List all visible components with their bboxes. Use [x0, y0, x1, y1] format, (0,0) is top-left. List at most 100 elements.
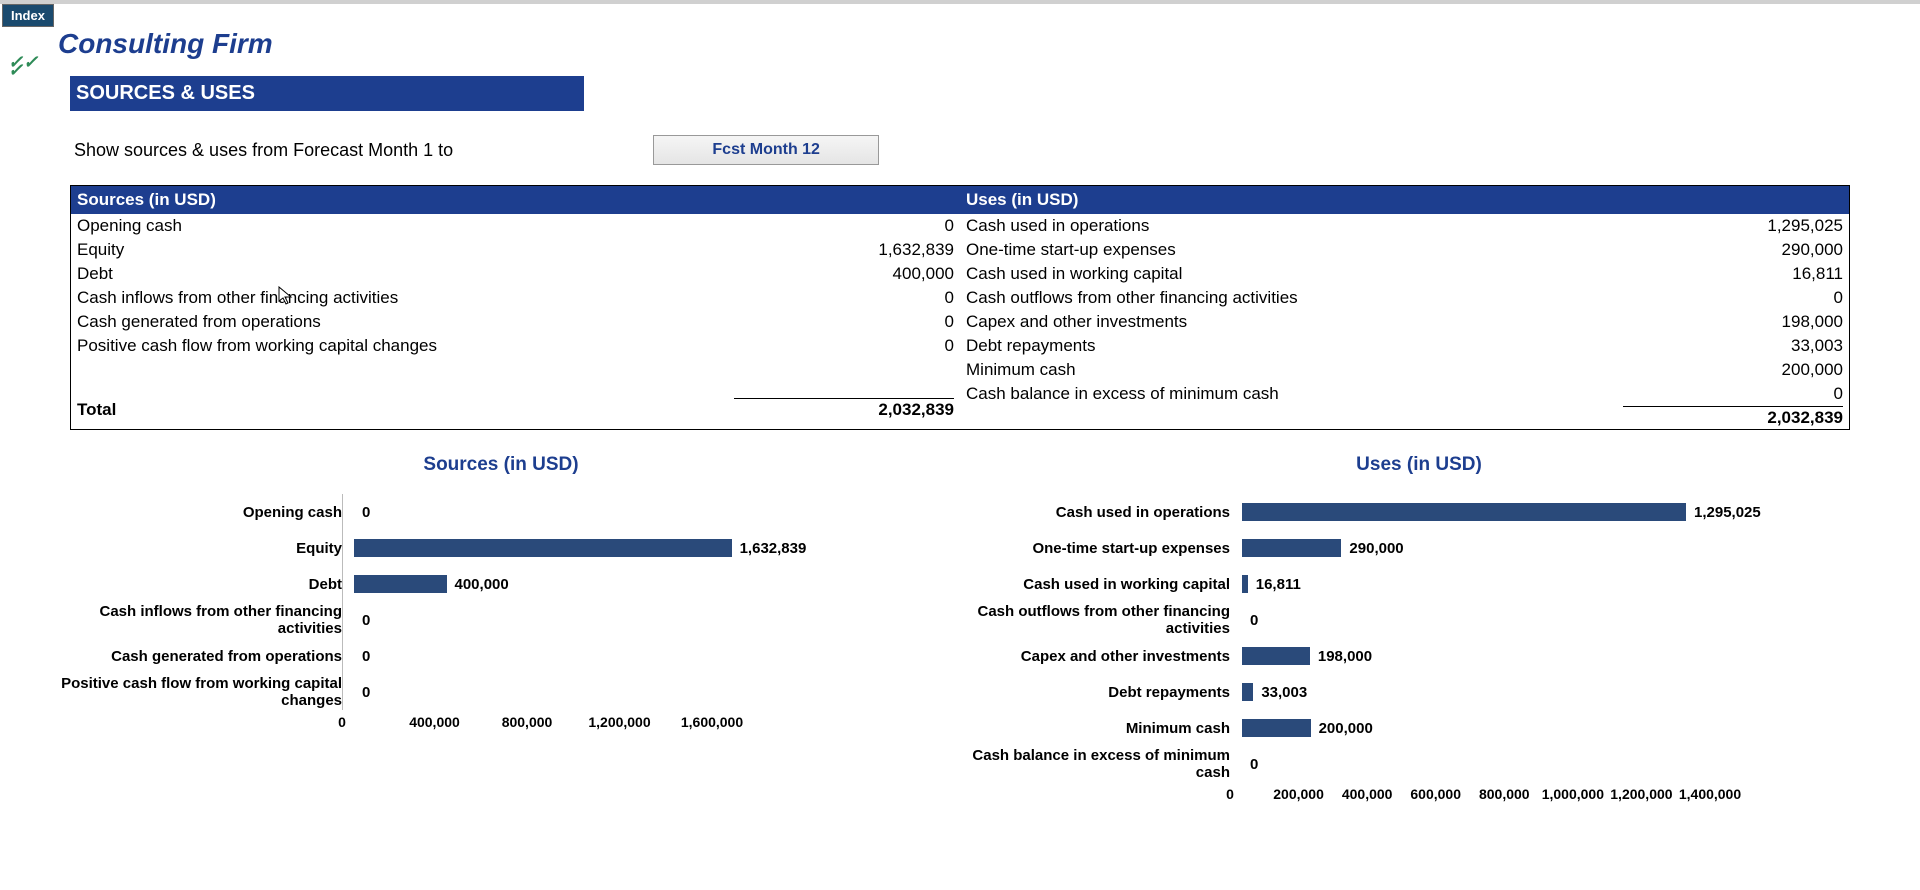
page-title: Consulting Firm [58, 4, 1918, 60]
chart-bar-row: Cash generated from operations 0 [52, 638, 950, 674]
sources-chart: Sources (in USD)Opening cash0Equity1,632… [42, 454, 960, 814]
chart-bar-value: 0 [1250, 612, 1258, 629]
row-label: Debt repayments [966, 335, 1623, 357]
chart-bar [1242, 647, 1310, 665]
chart-bar-value: 200,000 [1319, 720, 1373, 737]
chart-bar-label: Capex and other investments [970, 648, 1242, 665]
axis-tick-label: 400,000 [409, 714, 460, 730]
chart-bar-row: Debt repayments 33,003 [970, 674, 1868, 710]
row-value: 198,000 [1623, 311, 1843, 333]
chart-bar-label: Positive cash flow from working capital … [52, 675, 354, 709]
table-row: Cash generated from operations0 [71, 310, 960, 334]
axis-tick-label: 800,000 [502, 714, 553, 730]
row-value: 0 [734, 335, 954, 357]
uses-header: Uses (in USD) [960, 186, 1849, 214]
chart-bar-row: Equity 1,632,839 [52, 530, 950, 566]
row-label: One-time start-up expenses [966, 239, 1623, 261]
chart-bar-row: Cash outflows from other financing activ… [970, 602, 1868, 638]
axis-tick-label: 1,400,000 [1679, 786, 1741, 802]
chart-bar [1242, 719, 1311, 737]
axis-tick-label: 0 [1226, 786, 1234, 802]
chart-bar-value: 33,003 [1261, 684, 1307, 701]
chart-title: Sources (in USD) [52, 454, 950, 476]
row-label: Minimum cash [966, 359, 1623, 381]
row-label: Equity [77, 239, 734, 261]
sources-column: Sources (in USD) Opening cash0Equity1,63… [71, 186, 960, 429]
sources-header: Sources (in USD) [71, 186, 960, 214]
axis-tick-label: 600,000 [1410, 786, 1461, 802]
chart-bar-label: Cash used in working capital [970, 576, 1242, 593]
chart-bar-value: 0 [1250, 756, 1258, 773]
axis-tick-label: 1,200,000 [588, 714, 650, 730]
chart-bar-row: Cash inflows from other financing activi… [52, 602, 950, 638]
row-value: 0 [734, 311, 954, 333]
uses-total-value: 2,032,839 [1623, 408, 1843, 428]
chart-bar [1242, 575, 1248, 593]
chart-bar [1242, 503, 1686, 521]
axis-tick-label: 200,000 [1273, 786, 1324, 802]
axis-tick-label: 0 [338, 714, 346, 730]
row-value: 290,000 [1623, 239, 1843, 261]
axis-tick-label: 400,000 [1342, 786, 1393, 802]
table-row: Cash used in working capital16,811 [960, 262, 1849, 286]
row-value: 0 [1623, 383, 1843, 405]
row-label: Cash inflows from other financing activi… [77, 287, 734, 309]
row-label: Cash outflows from other financing activ… [966, 287, 1623, 309]
chart-bar-label: Debt [52, 576, 354, 593]
chart-bar-label: Cash inflows from other financing activi… [52, 603, 354, 637]
table-row: Debt repayments33,003 [960, 334, 1849, 358]
table-row: Equity1,632,839 [71, 238, 960, 262]
chart-bar-value: 0 [362, 684, 370, 701]
section-header: SOURCES & USES [70, 76, 584, 111]
chart-bar-value: 0 [362, 648, 370, 665]
chart-bar [1242, 683, 1253, 701]
table-row: Capex and other investments198,000 [960, 310, 1849, 334]
row-value: 200,000 [1623, 359, 1843, 381]
axis-tick-label: 1,200,000 [1610, 786, 1672, 802]
chart-bar-value: 400,000 [455, 576, 509, 593]
chart-bar-label: Equity [52, 540, 354, 557]
axis-line [342, 494, 343, 710]
chart-bar [354, 539, 732, 557]
chart-bar-value: 1,632,839 [740, 540, 807, 557]
row-label: Cash used in operations [966, 215, 1623, 237]
table-row: One-time start-up expenses290,000 [960, 238, 1849, 262]
axis-tick-label: 800,000 [1479, 786, 1530, 802]
chart-bar-row: One-time start-up expenses290,000 [970, 530, 1868, 566]
row-value: 0 [1623, 287, 1843, 309]
uses-total-label [966, 408, 1623, 428]
uses-column: Uses (in USD) Cash used in operations1,2… [960, 186, 1849, 429]
forecast-month-selector[interactable]: Fcst Month 12 [653, 135, 879, 165]
table-row: Minimum cash200,000 [960, 358, 1849, 382]
chart-bar-label: Cash generated from operations [52, 648, 354, 665]
chart-bar-label: Debt repayments [970, 684, 1242, 701]
row-value: 1,632,839 [734, 239, 954, 261]
table-row: Cash outflows from other financing activ… [960, 286, 1849, 310]
table-row: Cash inflows from other financing activi… [71, 286, 960, 310]
table-row: Cash balance in excess of minimum cash0 [960, 382, 1849, 406]
table-row: Cash used in operations1,295,025 [960, 214, 1849, 238]
row-value: 1,295,025 [1623, 215, 1843, 237]
chart-bar-value: 198,000 [1318, 648, 1372, 665]
chart-bar-value: 16,811 [1256, 576, 1301, 593]
row-label: Cash balance in excess of minimum cash [966, 383, 1623, 405]
check-indicators: ✓✓ ✓ [8, 56, 38, 76]
chart-bar-row: Capex and other investments 198,000 [970, 638, 1868, 674]
show-label: Show sources & uses from Forecast Month … [74, 140, 453, 161]
axis-tick-label: 1,000,000 [1542, 786, 1604, 802]
chart-bar-value: 0 [362, 612, 370, 629]
chart-bar [354, 575, 447, 593]
chart-bar [1242, 539, 1341, 557]
table-row: Debt400,000 [71, 262, 960, 286]
row-label: Capex and other investments [966, 311, 1623, 333]
row-label: Cash generated from operations [77, 311, 734, 333]
chart-title: Uses (in USD) [970, 454, 1868, 476]
chart-bar-value: 1,295,025 [1694, 504, 1761, 521]
row-value: 0 [734, 287, 954, 309]
chart-bar-label: Minimum cash [970, 720, 1242, 737]
row-label: Debt [77, 263, 734, 285]
chart-bar-label: Cash outflows from other financing activ… [970, 603, 1242, 637]
row-value: 400,000 [734, 263, 954, 285]
chart-bar-row: Cash used in operations1,295,025 [970, 494, 1868, 530]
chart-bar-row: Positive cash flow from working capital … [52, 674, 950, 710]
